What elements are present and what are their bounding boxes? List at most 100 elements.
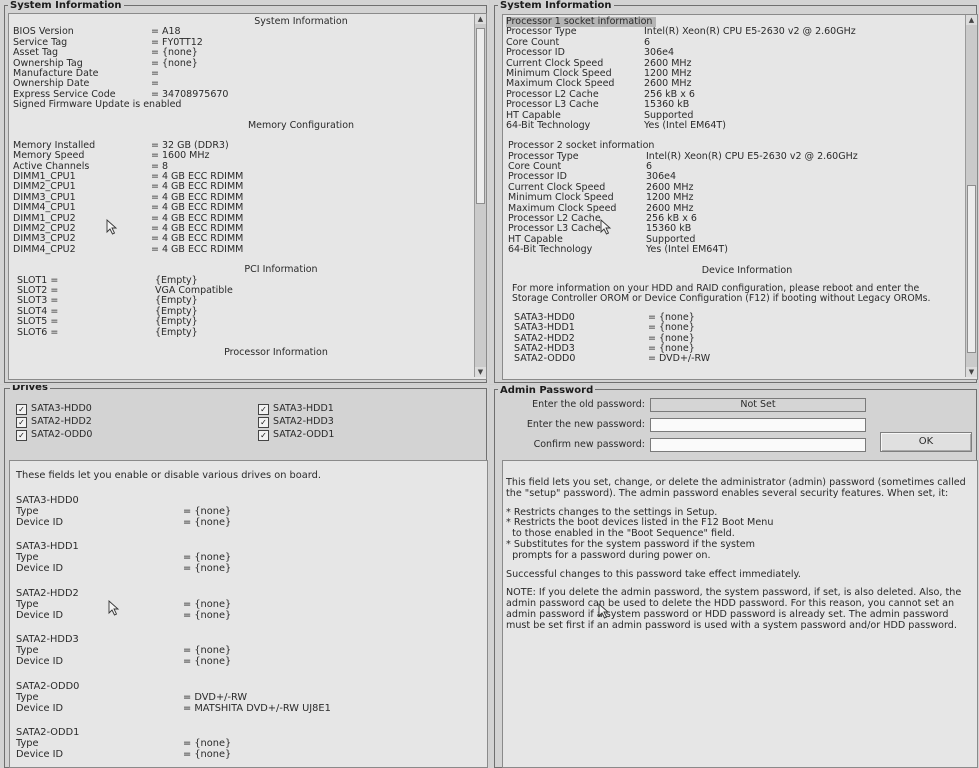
- proc2-row: 64-Bit Technology Yes (Intel EM64T): [508, 244, 958, 255]
- device-row: SATA2-ODD0 = DVD+/-RW: [514, 353, 958, 365]
- drive-detail-block: SATA2-HDD2 Type = {none} Device ID = {none}: [16, 588, 476, 621]
- drive-detail-name: SATA2-HDD2: [16, 587, 79, 599]
- drive-detail-type-label: Type: [16, 505, 39, 517]
- drive-detail-block: SATA2-ODD0 Type = DVD+/-RW Device ID = MATSH…: [16, 681, 476, 714]
- checkbox-icon[interactable]: ✓: [258, 417, 269, 428]
- drive-detail-type: Type = {none}: [16, 645, 476, 656]
- drives-legend: Drives: [10, 385, 50, 393]
- proc1-row: Processor Type Intel(R) Xeon(R) CPU E5-26…: [506, 26, 958, 37]
- mouse-pointer-icon: [600, 219, 612, 235]
- admin-help-effect: Successful changes to this password take…: [506, 568, 801, 580]
- device-row-label: SATA2-ODD0: [514, 353, 576, 365]
- drive-detail-block: SATA2-ODD1 Type = {none} Device ID = {none}: [16, 727, 476, 760]
- drive-detail-device-id-label: Device ID: [16, 609, 64, 621]
- device-rows: SATA3-HDD0 = {none} SATA3-HDD1 = {none} SATA…: [506, 312, 958, 365]
- drive-detail-device-id-value: = {none}: [183, 656, 232, 667]
- drive-detail-device-id: Device ID = {none}: [16, 749, 476, 760]
- drive-detail-device-id: Device ID = {none}: [16, 610, 476, 621]
- system-info-scrollbar[interactable]: ▲ ▼: [474, 14, 486, 377]
- old-password-field[interactable]: Not Set: [650, 398, 866, 412]
- processor-info-scrollbar[interactable]: ▲ ▼: [965, 15, 977, 377]
- drive-detail-device-id: Device ID = {none}: [16, 563, 476, 574]
- drive-detail-block: SATA3-HDD0 Type = {none} Device ID = {none}: [16, 495, 476, 528]
- drive-detail-name: SATA2-ODD0: [16, 680, 80, 692]
- proc2-row: Processor L3 Cache 15360 kB: [508, 224, 958, 235]
- drive-detail-block: SATA2-HDD3 Type = {none} Device ID = {none}: [16, 634, 476, 667]
- drive-detail-device-id-label: Device ID: [16, 563, 64, 574]
- drive-checkbox-sata3-hdd1[interactable]: ✓ SATA3-HDD1: [258, 403, 334, 415]
- pci-rows: SLOT1 = {Empty} SLOT2 = VGA Compatible SLOT3…: [13, 275, 469, 338]
- proc1-row: Processor ID 306e4: [506, 47, 958, 58]
- device-row: SATA2-HDD2 = {none}: [514, 333, 958, 344]
- drive-detail-device-id-label: Device ID: [16, 656, 64, 667]
- drive-details: SATA3-HDD0 Type = {none} Device ID = {none} S…: [16, 495, 476, 761]
- device-row-value: = DVD+/-RW: [648, 353, 711, 365]
- drive-detail-device-id: Device ID = {none}: [16, 517, 476, 528]
- checkbox-icon[interactable]: ✓: [16, 417, 27, 428]
- section-device-information: Device Information: [701, 264, 793, 276]
- drive-detail-name: SATA3-HDD0: [16, 494, 79, 506]
- proc2-row-value: Intel(R) Xeon(R) CPU E5-2630 v2 @ 2.60GH…: [646, 150, 858, 162]
- memory-row-label: DIMM4_CPU2: [13, 243, 76, 255]
- ok-button[interactable]: OK: [880, 432, 972, 452]
- pci-row-label: SLOT5 =: [17, 316, 59, 328]
- processor-info-legend: System Information: [498, 0, 614, 11]
- scroll-up-icon[interactable]: ▲: [475, 14, 486, 24]
- drive-detail-type: Type = {none}: [16, 738, 476, 749]
- checkbox-icon[interactable]: ✓: [16, 404, 27, 415]
- drive-detail-name: SATA2-HDD3: [16, 634, 79, 645]
- pci-row: SLOT1 = {Empty}: [17, 275, 469, 286]
- drives-help-content: These fields let you enable or disable v…: [16, 470, 476, 760]
- drive-detail-type-value: = {none}: [183, 738, 232, 749]
- checkbox-icon[interactable]: ✓: [258, 430, 269, 441]
- drive-checkbox-sata2-odd0[interactable]: ✓ SATA2-ODD0: [16, 429, 92, 441]
- firmware-note: Signed Firmware Update is enabled: [13, 99, 182, 111]
- scroll-up-icon[interactable]: ▲: [966, 15, 977, 25]
- drive-detail-type: Type = {none}: [16, 506, 476, 517]
- drive-checkbox-sata2-odd1[interactable]: ✓ SATA2-ODD1: [258, 429, 334, 441]
- drive-checkbox-label: SATA2-HDD3: [273, 416, 334, 427]
- drive-checkbox-label: SATA2-HDD2: [31, 416, 92, 427]
- system-information-pane: System Information System Information BI…: [0, 0, 489, 384]
- proc1-row-label: Processor L3 Cache: [506, 99, 599, 111]
- drive-detail-device-id-value: = {none}: [183, 563, 232, 574]
- confirm-password-field[interactable]: [650, 438, 866, 452]
- drive-checkbox-sata2-hdd2[interactable]: ✓ SATA2-HDD2: [16, 416, 92, 428]
- drive-checkbox-label: SATA2-ODD0: [31, 429, 93, 440]
- section-system-information: System Information: [254, 16, 348, 27]
- scrollbar-thumb[interactable]: [476, 28, 485, 204]
- section-memory-configuration: Memory Configuration: [247, 119, 355, 131]
- proc2-rows: Processor Type Intel(R) Xeon(R) CPU E5-26…: [506, 150, 958, 256]
- drive-checkbox-sata2-hdd3[interactable]: ✓ SATA2-HDD3: [258, 416, 334, 428]
- device-row: SATA3-HDD1 = {none}: [514, 322, 958, 333]
- pci-row: SLOT6 = {Empty}: [17, 327, 469, 338]
- drives-help-text: These fields let you enable or disable v…: [16, 470, 321, 481]
- drive-checkbox-sata3-hdd0[interactable]: ✓ SATA3-HDD0: [16, 403, 92, 415]
- checkbox-icon[interactable]: ✓: [16, 430, 27, 441]
- drive-detail-device-id-value: = {none}: [183, 749, 232, 760]
- processor-info-panel[interactable]: Processor 1 socket information Processor…: [502, 14, 978, 380]
- system-info-panel[interactable]: System Information BIOS Version = A18 Serv…: [8, 13, 487, 380]
- processor-info-content: Processor 1 socket information Processor…: [506, 16, 958, 365]
- scroll-down-icon[interactable]: ▼: [966, 367, 977, 377]
- system-info-legend: System Information: [8, 0, 124, 11]
- scrollbar-thumb[interactable]: [967, 185, 976, 353]
- pci-row: SLOT4 = {Empty}: [17, 306, 469, 317]
- admin-help-content: This field lets you set, change, or dele…: [506, 477, 971, 632]
- admin-help-bullet: prompts for a password during power on.: [506, 549, 711, 561]
- drive-detail-type: Type = DVD+/-RW: [16, 692, 476, 703]
- drive-detail-type-value: = {none}: [183, 505, 232, 517]
- system-row: Service Tag = FY0TT12: [13, 37, 469, 48]
- proc1-row: 64-Bit Technology Yes (Intel EM64T): [506, 120, 958, 131]
- scroll-down-icon[interactable]: ▼: [475, 367, 486, 377]
- drives-help-panel: These fields let you enable or disable v…: [9, 460, 488, 768]
- drive-detail-type-label: Type: [16, 552, 39, 563]
- checkbox-icon[interactable]: ✓: [258, 404, 269, 415]
- proc2-row: Core Count 6: [508, 161, 958, 172]
- pci-row: SLOT3 = {Empty}: [17, 295, 469, 306]
- mouse-pointer-icon: [108, 600, 120, 616]
- new-password-field[interactable]: [650, 418, 866, 432]
- system-info-content: System Information BIOS Version = A18 Serv…: [13, 16, 469, 358]
- admin-password-legend: Admin Password: [498, 385, 596, 396]
- mouse-pointer-icon: [106, 219, 118, 235]
